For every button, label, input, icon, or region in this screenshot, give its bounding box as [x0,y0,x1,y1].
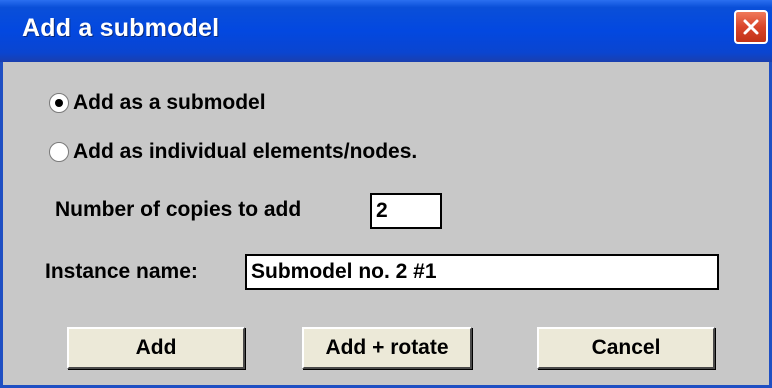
add-submodel-dialog: Add a submodel Add as a submodel Add as … [0,0,772,388]
close-icon [743,19,759,35]
radio-add-as-submodel-label: Add as a submodel [73,91,266,114]
radio-unselected-indicator[interactable] [49,142,69,162]
title-bar[interactable]: Add a submodel [0,0,772,62]
instance-name-label: Instance name: [45,260,198,283]
radio-add-as-individual[interactable]: Add as individual elements/nodes. [49,140,417,164]
close-button[interactable] [734,10,768,44]
radio-add-as-individual-label: Add as individual elements/nodes. [73,140,418,163]
instance-name-input[interactable]: Submodel no. 2 #1 [245,254,719,290]
add-button[interactable]: Add [67,327,245,369]
add-rotate-button[interactable]: Add + rotate [302,327,472,369]
radio-selected-indicator[interactable] [49,93,69,113]
dialog-body: Add as a submodel Add as individual elem… [3,62,769,385]
radio-add-as-submodel[interactable]: Add as a submodel [49,91,266,115]
dialog-title: Add a submodel [22,14,220,42]
copies-input[interactable]: 2 [370,193,442,229]
copies-label: Number of copies to add [55,198,302,221]
cancel-button[interactable]: Cancel [537,327,715,369]
